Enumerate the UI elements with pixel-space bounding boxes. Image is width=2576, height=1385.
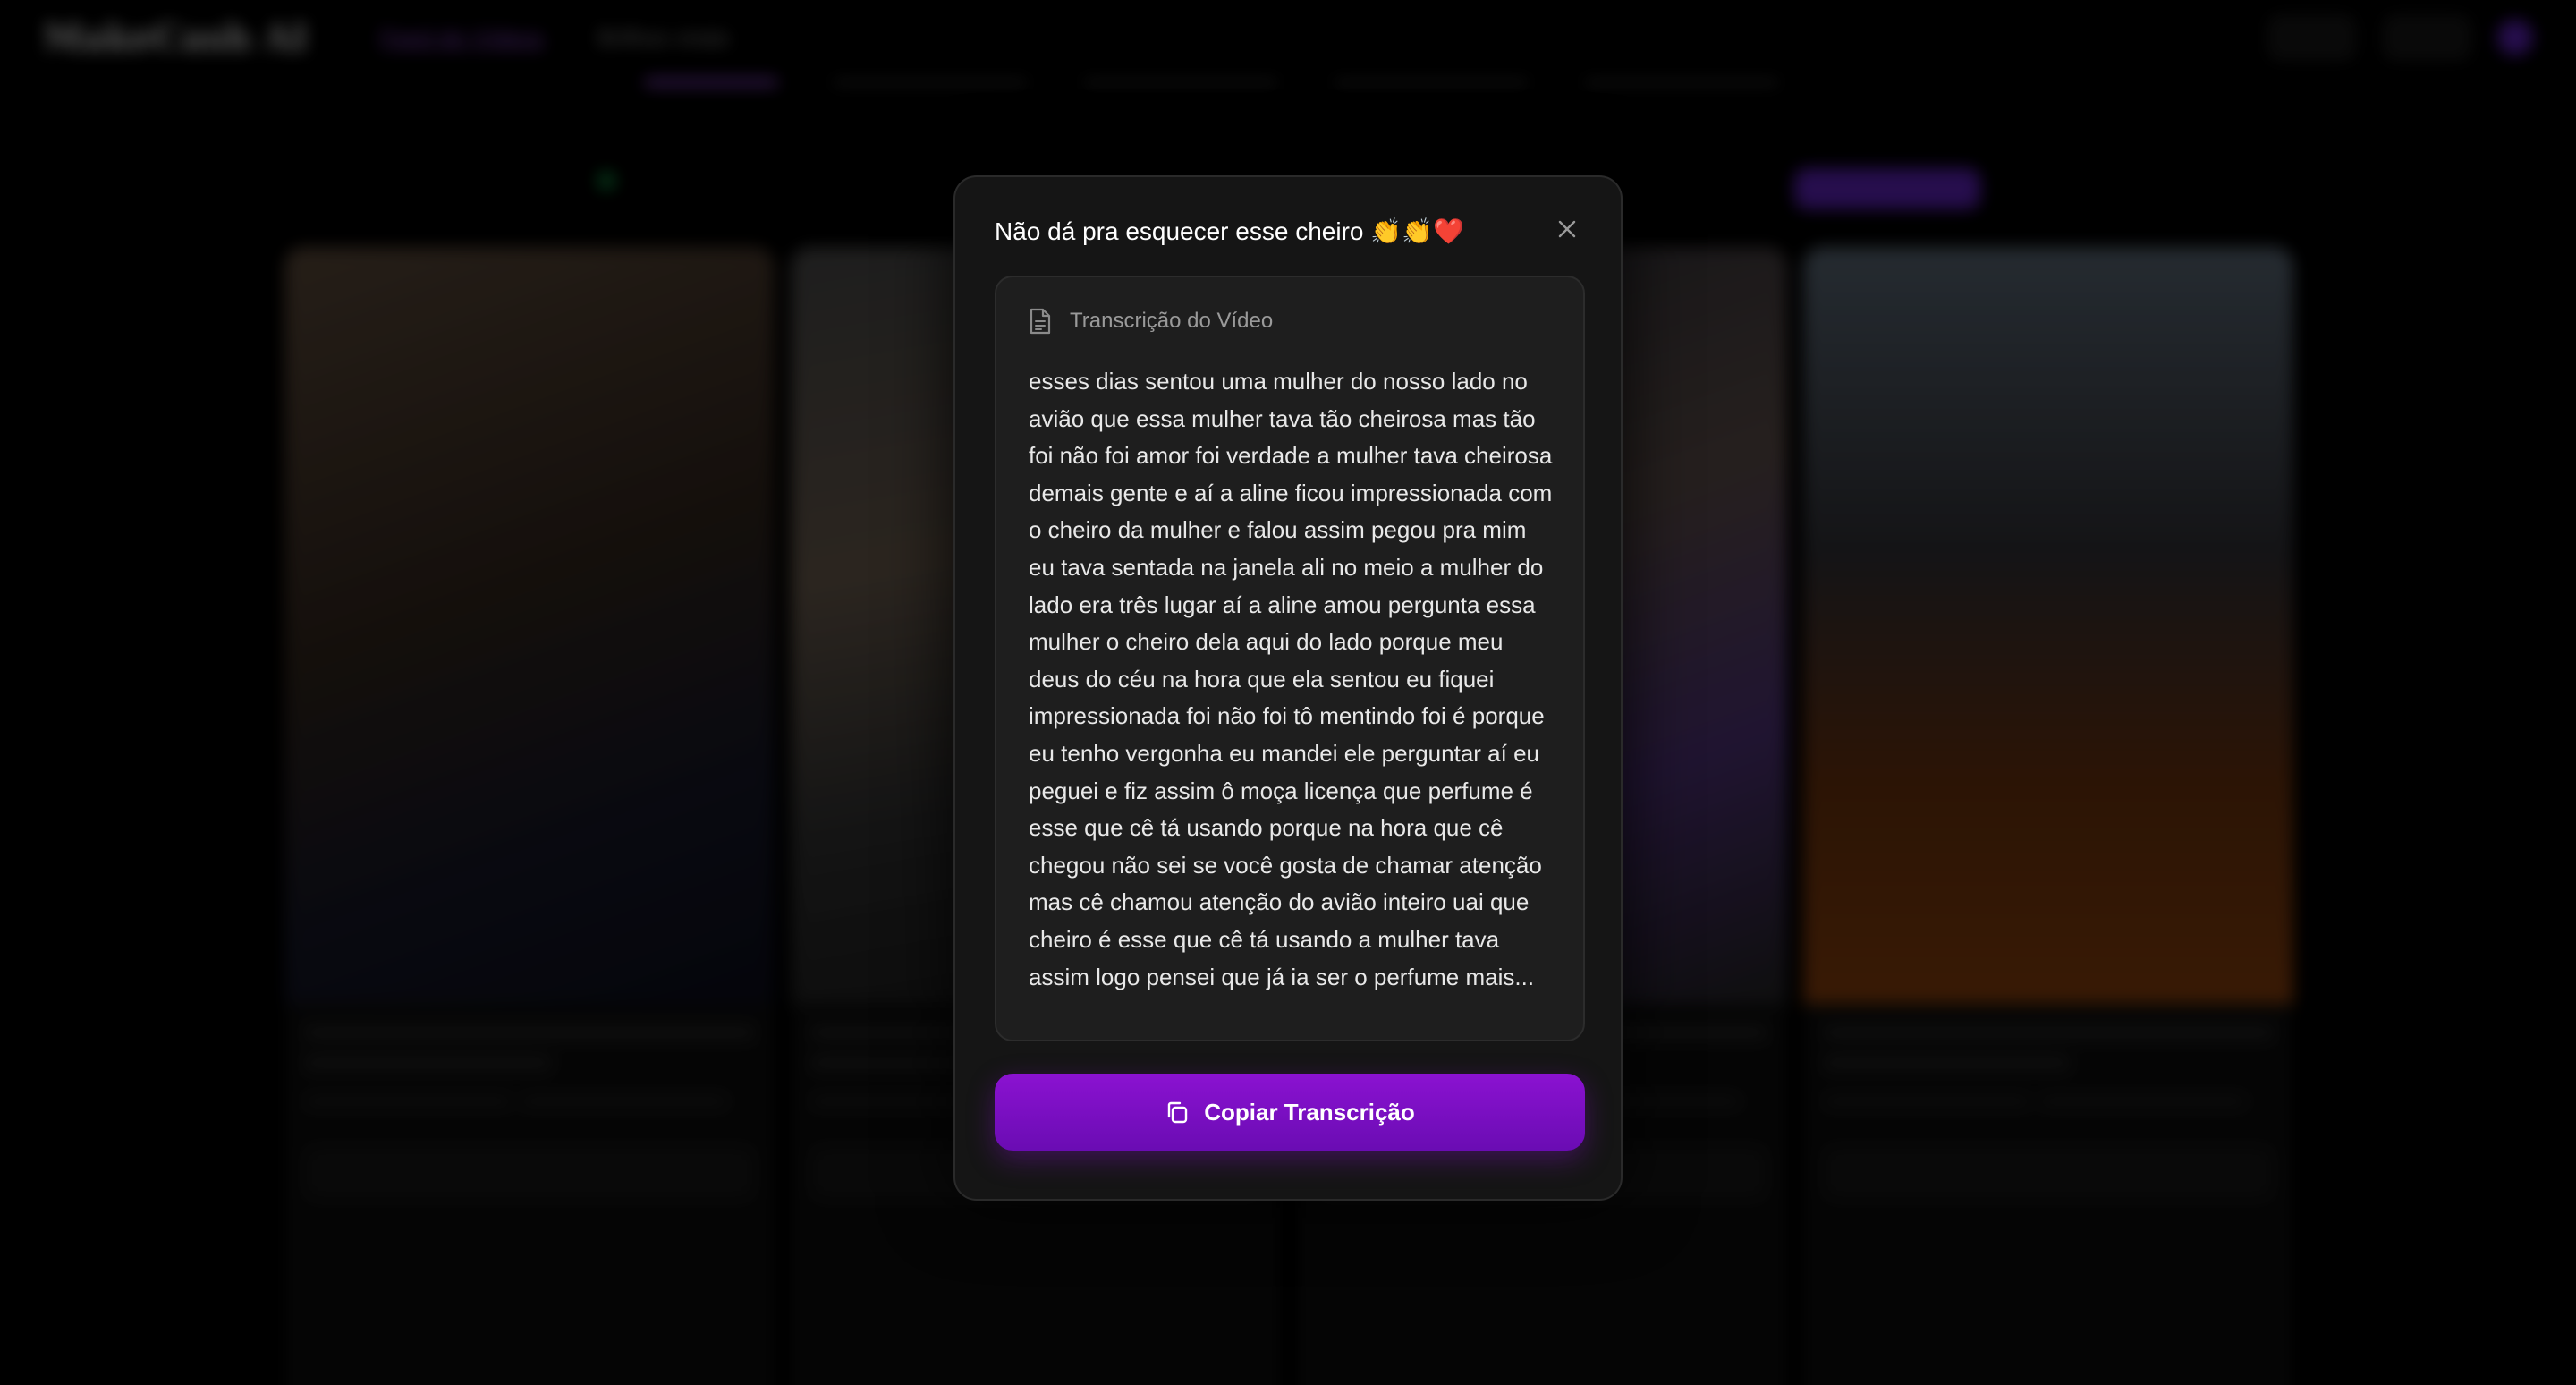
transcript-header: Transcrição do Vídeo xyxy=(1029,308,1273,335)
transcript-modal: Não dá pra esquecer esse cheiro 👏👏❤️ Tra… xyxy=(953,175,1623,1201)
close-button[interactable] xyxy=(1553,215,1581,243)
document-icon xyxy=(1030,308,1051,335)
modal-title: Não dá pra esquecer esse cheiro 👏👏❤️ xyxy=(995,217,1464,245)
close-icon xyxy=(1558,220,1576,238)
copy-transcript-button[interactable]: Copiar Transcrição xyxy=(995,1074,1585,1151)
transcript-text: esses dias sentou uma mulher do nosso la… xyxy=(1029,368,1553,990)
copy-button-label: Copiar Transcrição xyxy=(1204,1098,1415,1126)
transcript-header-label: Transcrição do Vídeo xyxy=(1070,309,1274,333)
transcript-box[interactable]: Transcrição do Vídeo esses dias sentou u… xyxy=(995,276,1585,1041)
copy-icon xyxy=(1168,1101,1188,1124)
